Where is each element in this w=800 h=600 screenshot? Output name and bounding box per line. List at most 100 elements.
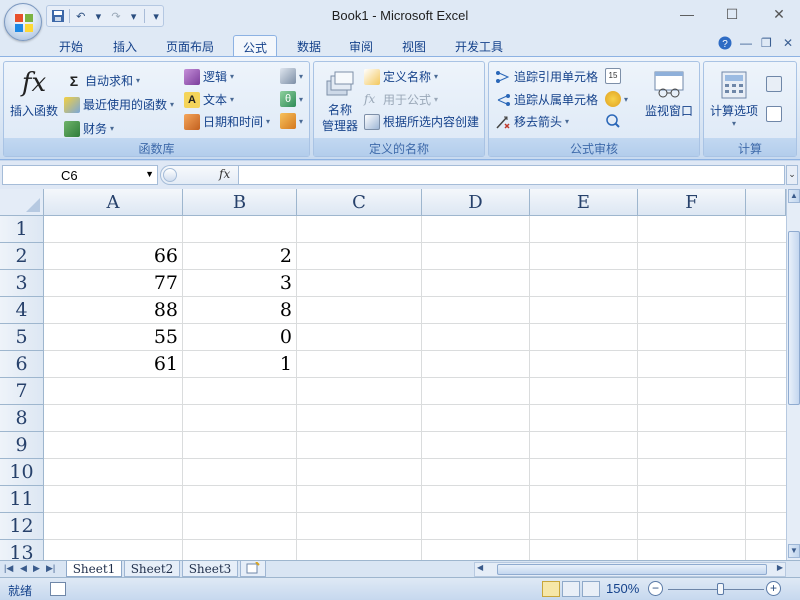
- tab-page-layout[interactable]: 页面布局: [160, 35, 220, 56]
- lookup-reference-button[interactable]: ▾: [280, 68, 303, 84]
- row-header-13[interactable]: 13: [0, 540, 44, 560]
- scroll-right-icon[interactable]: ▶: [777, 563, 783, 572]
- column-header-c[interactable]: C: [297, 189, 422, 216]
- tab-data[interactable]: 数据: [290, 35, 328, 56]
- calculate-now-button[interactable]: [766, 76, 782, 92]
- horizontal-scrollbar[interactable]: ◀ ▶: [474, 562, 786, 577]
- prev-sheet-icon[interactable]: ◀: [20, 563, 27, 574]
- cell-b3[interactable]: 3: [183, 270, 296, 297]
- cell-a2[interactable]: 66: [44, 243, 182, 270]
- row-header-3[interactable]: 3: [0, 270, 44, 297]
- page-layout-view-icon[interactable]: [562, 581, 580, 597]
- recently-used-button[interactable]: 最近使用的函数 ▾: [64, 96, 174, 113]
- more-functions-button[interactable]: ▾: [280, 113, 303, 129]
- row-header-2[interactable]: 2: [0, 243, 44, 270]
- row-header-6[interactable]: 6: [0, 351, 44, 378]
- scroll-left-icon[interactable]: ◀: [477, 563, 483, 572]
- ribbon-restore-icon[interactable]: ❐: [761, 36, 772, 50]
- cell-b4[interactable]: 8: [183, 297, 296, 324]
- last-sheet-icon[interactable]: ▶|: [46, 563, 55, 574]
- minimize-icon[interactable]: —: [672, 6, 702, 22]
- horizontal-scroll-thumb[interactable]: [497, 564, 767, 575]
- column-header-partial[interactable]: [746, 189, 786, 216]
- ribbon-minimize-icon[interactable]: —: [740, 36, 752, 50]
- vertical-scroll-thumb[interactable]: [788, 231, 800, 405]
- text-button[interactable]: A 文本 ▾: [184, 91, 234, 108]
- define-name-button[interactable]: 定义名称 ▾: [364, 68, 438, 85]
- math-trig-button[interactable]: θ ▾: [280, 91, 303, 107]
- column-header-b[interactable]: B: [183, 189, 297, 216]
- page-break-view-icon[interactable]: [582, 581, 600, 597]
- row-header-11[interactable]: 11: [0, 486, 44, 513]
- cell-b6[interactable]: 1: [183, 351, 296, 378]
- row-header-8[interactable]: 8: [0, 405, 44, 432]
- row-header-4[interactable]: 4: [0, 297, 44, 324]
- cell-a5[interactable]: 55: [44, 324, 182, 351]
- ribbon-close-icon[interactable]: ✕: [783, 36, 793, 50]
- use-in-formula-button[interactable]: fx 用于公式 ▾: [364, 91, 438, 108]
- zoom-in-icon[interactable]: +: [766, 581, 781, 596]
- close-icon[interactable]: ✕: [764, 6, 794, 23]
- logical-button[interactable]: 逻辑 ▾: [184, 68, 234, 85]
- row-header-9[interactable]: 9: [0, 432, 44, 459]
- worksheet-grid[interactable]: ABCDEF 1 2 3 4 5 6 7 8 9 10 11 12 13 66 2 77 3 88 8 55 0 61 1: [0, 189, 786, 560]
- normal-view-icon[interactable]: [542, 581, 560, 597]
- show-formulas-button[interactable]: 15: [605, 68, 621, 84]
- autosum-button[interactable]: Σ 自动求和 ▾: [66, 72, 140, 89]
- tab-review[interactable]: 审阅: [342, 35, 380, 56]
- column-header-d[interactable]: D: [422, 189, 530, 216]
- macro-record-icon[interactable]: [50, 582, 66, 596]
- evaluate-formula-button[interactable]: [605, 113, 621, 129]
- remove-arrows-button[interactable]: 移去箭头 ▾: [495, 113, 569, 130]
- select-all-button[interactable]: [0, 189, 44, 216]
- row-header-12[interactable]: 12: [0, 513, 44, 540]
- create-from-selection-button[interactable]: 根据所选内容创建: [364, 113, 479, 130]
- error-checking-button[interactable]: ▾: [605, 91, 628, 107]
- row-header-1[interactable]: 1: [0, 216, 44, 243]
- insert-function-button[interactable]: fx 插入函数: [8, 68, 60, 119]
- chevron-down-icon[interactable]: ▼: [145, 169, 154, 179]
- cell-a6[interactable]: 61: [44, 351, 182, 378]
- trace-precedents-button[interactable]: 追踪引用单元格: [495, 68, 598, 85]
- formula-input[interactable]: [238, 165, 785, 185]
- scroll-up-icon[interactable]: ▲: [788, 189, 800, 203]
- tab-formulas[interactable]: 公式: [233, 35, 277, 56]
- date-time-button[interactable]: 日期和时间 ▾: [184, 113, 270, 130]
- name-box[interactable]: C6 ▼: [2, 165, 158, 185]
- calc-options-button[interactable]: 计算选项 ▾: [706, 68, 762, 128]
- calculate-sheet-button[interactable]: [766, 106, 782, 122]
- help-icon[interactable]: ?: [718, 36, 732, 53]
- sheet-tab-sheet1[interactable]: Sheet1: [66, 561, 122, 577]
- zoom-level[interactable]: 150%: [606, 581, 639, 596]
- tab-view[interactable]: 视图: [395, 35, 433, 56]
- scroll-down-icon[interactable]: ▼: [788, 544, 800, 558]
- column-header-f[interactable]: F: [638, 189, 746, 216]
- expand-formula-bar-icon[interactable]: ⌄: [786, 165, 798, 185]
- trace-dependents-button[interactable]: 追踪从属单元格: [495, 91, 598, 108]
- row-header-5[interactable]: 5: [0, 324, 44, 351]
- name-manager-button[interactable]: 名称 管理器: [318, 68, 362, 134]
- zoom-out-icon[interactable]: −: [648, 581, 663, 596]
- sheet-tab-sheet2[interactable]: Sheet2: [124, 561, 180, 577]
- maximize-icon[interactable]: ☐: [717, 6, 747, 23]
- formula-bar-handle-icon[interactable]: [163, 168, 177, 182]
- fx-button[interactable]: fx: [219, 167, 230, 181]
- cell-a4[interactable]: 88: [44, 297, 182, 324]
- financial-button[interactable]: 财务 ▾: [64, 120, 114, 137]
- sheet-tab-sheet3[interactable]: Sheet3: [182, 561, 238, 577]
- tab-developer[interactable]: 开发工具: [448, 35, 510, 56]
- watch-window-button[interactable]: 监视窗口: [641, 68, 697, 119]
- cell-b2[interactable]: 2: [183, 243, 296, 270]
- cell-a3[interactable]: 77: [44, 270, 182, 297]
- row-header-10[interactable]: 10: [0, 459, 44, 486]
- column-header-a[interactable]: A: [44, 189, 183, 216]
- office-button[interactable]: [4, 3, 42, 41]
- insert-sheet-icon[interactable]: [240, 561, 266, 577]
- first-sheet-icon[interactable]: |◀: [4, 563, 13, 574]
- vertical-scrollbar[interactable]: ▲ ▼: [786, 189, 800, 560]
- next-sheet-icon[interactable]: ▶: [33, 563, 40, 574]
- tab-insert[interactable]: 插入: [106, 35, 144, 56]
- cell-b5[interactable]: 0: [183, 324, 296, 351]
- column-header-e[interactable]: E: [530, 189, 638, 216]
- row-header-7[interactable]: 7: [0, 378, 44, 405]
